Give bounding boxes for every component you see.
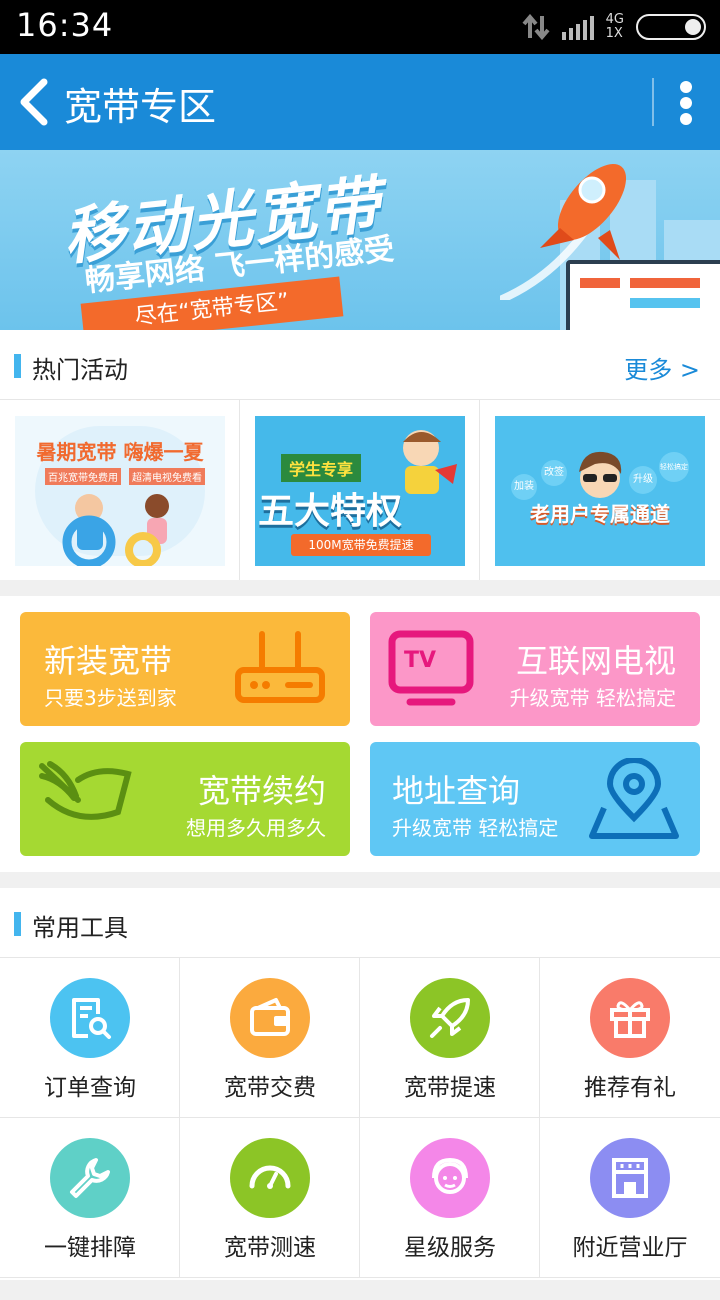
app-header: 宽带专区	[0, 54, 720, 150]
student-illustration	[403, 430, 457, 494]
hot-section-header: 热门活动 更多 >	[0, 330, 720, 400]
rocket-icon	[430, 998, 470, 1038]
tv-icon-label: TV	[404, 648, 437, 673]
tool-label: 订单查询	[44, 1075, 136, 1101]
tool-label: 星级服务	[404, 1235, 496, 1261]
tile-address-title: 地址查询	[392, 772, 521, 810]
promo-sub-student: 100M宽带免费提速	[291, 534, 431, 556]
tools-section: 常用工具 订单查询 宽带交费 宽带提速 推荐有礼 一键排障 宽带测速 星级服务 …	[0, 888, 720, 1280]
pen-paper-icon	[39, 761, 132, 820]
document-search-icon	[72, 998, 111, 1039]
overflow-menu-icon[interactable]	[672, 78, 700, 130]
tool-payment[interactable]: 宽带交费	[180, 958, 360, 1118]
speedometer-icon	[249, 1165, 291, 1189]
gift-icon	[610, 1001, 650, 1038]
tool-label: 附近营业厅	[572, 1235, 688, 1261]
more-link[interactable]: 更多 >	[624, 350, 700, 385]
status-time: 16:34	[16, 6, 114, 44]
router-icon	[235, 631, 325, 703]
promo-card-loyal[interactable]: 加装 改签 升级 轻松搞定 老用户专属通道	[480, 400, 720, 580]
promo-card-student[interactable]: 学生专享 五大特权 100M宽带免费提速	[240, 400, 480, 580]
tool-circle	[230, 1138, 310, 1218]
section-marker	[14, 354, 21, 378]
tool-star-service[interactable]: 星级服务	[360, 1118, 540, 1278]
promo-sub1-summer: 百兆宽带免费用	[45, 468, 121, 485]
status-bar: 16:34 4G 1X	[0, 0, 720, 54]
tile-new-install-sub: 只要3步送到家	[44, 686, 177, 710]
wallet-icon	[250, 998, 290, 1036]
tile-new-install[interactable]: 新装宽带 只要3步送到家	[20, 612, 350, 726]
promo-bubble-4: 轻松搞定	[659, 452, 689, 482]
promo-bubble-2: 改签	[541, 460, 567, 486]
promo-title-summer: 暑期宽带 嗨爆一夏	[36, 440, 204, 464]
tile-internet-tv-sub: 升级宽带 轻松搞定	[509, 686, 676, 710]
tool-speed-test[interactable]: 宽带测速	[180, 1118, 360, 1278]
tile-internet-tv[interactable]: TV 互联网电视 升级宽带 轻松搞定	[370, 612, 700, 726]
tool-label: 一键排障	[44, 1235, 136, 1261]
signal-icon	[561, 14, 594, 40]
kids-illustration	[62, 494, 169, 566]
network-1x: 1X	[605, 26, 623, 41]
tool-circle	[230, 978, 310, 1058]
tools-section-header: 常用工具	[0, 888, 720, 958]
promo-tag-student: 学生专享	[281, 454, 362, 482]
tool-referral-gift[interactable]: 推荐有礼	[540, 958, 720, 1118]
wrench-icon	[70, 1158, 110, 1198]
network-type: 4G 1X	[606, 13, 624, 41]
network-4g: 4G	[605, 12, 624, 27]
laptop-illustration	[566, 260, 720, 330]
tile-renew[interactable]: 宽带续约 想用多久用多久	[20, 742, 350, 856]
back-arrow-icon[interactable]	[14, 78, 54, 126]
status-icons: 4G 1X	[522, 10, 706, 44]
tile-new-install-title: 新装宽带	[44, 642, 173, 680]
tool-nearby-store[interactable]: 附近营业厅	[540, 1118, 720, 1278]
map-pin-icon	[589, 758, 679, 839]
service-tiles: 新装宽带 只要3步送到家 TV 互联网电视 升级宽带 轻松搞定 宽带续约 想用多…	[0, 596, 720, 872]
data-transfer-icon	[522, 14, 550, 40]
tile-address-lookup[interactable]: 地址查询 升级宽带 轻松搞定	[370, 742, 700, 856]
tools-section-title: 常用工具	[32, 914, 128, 942]
promo-bubble-3: 升级	[629, 466, 657, 494]
tool-circle	[590, 978, 670, 1058]
tile-renew-sub: 想用多久用多久	[186, 816, 326, 840]
header-divider	[652, 78, 654, 126]
tool-circle	[50, 978, 130, 1058]
tool-circle	[410, 978, 490, 1058]
section-marker	[14, 912, 21, 936]
promo-card-summer[interactable]: 暑期宽带 嗨爆一夏 百兆宽带免费用 超清电视免费看	[0, 400, 240, 580]
tile-internet-tv-title: 互联网电视	[515, 642, 676, 680]
tile-renew-title: 宽带续约	[197, 772, 326, 810]
tools-grid: 订单查询 宽带交费 宽带提速 推荐有礼 一键排障 宽带测速 星级服务 附近营业厅	[0, 958, 720, 1280]
promo-bubble-1: 加装	[511, 474, 537, 500]
tool-label: 宽带提速	[404, 1075, 496, 1101]
tool-circle	[50, 1138, 130, 1218]
tool-circle	[590, 1138, 670, 1218]
battery-icon	[636, 14, 706, 40]
tool-circle	[410, 1138, 490, 1218]
tool-label: 推荐有礼	[584, 1075, 676, 1101]
promo-banner[interactable]: 移动光宽带 畅享网络 飞一样的感受 尽在“宽带专区”	[0, 150, 720, 330]
headset-agent-icon	[432, 1157, 468, 1194]
tool-speed-up[interactable]: 宽带提速	[360, 958, 540, 1118]
promo-title-loyal: 老用户专属通道	[530, 502, 670, 526]
tile-address-sub: 升级宽带 轻松搞定	[392, 816, 559, 840]
promo-image-loyal: 加装 改签 升级 轻松搞定 老用户专属通道	[495, 416, 705, 566]
tool-troubleshoot[interactable]: 一键排障	[0, 1118, 180, 1278]
tool-label: 宽带测速	[224, 1235, 316, 1261]
storefront-icon	[612, 1158, 648, 1198]
page-title: 宽带专区	[64, 85, 217, 129]
tool-label: 宽带交费	[224, 1075, 316, 1101]
promo-image-summer: 暑期宽带 嗨爆一夏 百兆宽带免费用 超清电视免费看	[15, 416, 225, 566]
promo-sub2-summer: 超清电视免费看	[129, 468, 205, 485]
tool-order-query[interactable]: 订单查询	[0, 958, 180, 1118]
promo-image-student: 学生专享 五大特权 100M宽带免费提速	[255, 416, 465, 566]
hot-activities-list: 暑期宽带 嗨爆一夏 百兆宽带免费用 超清电视免费看 学生专享 五大特权 100M…	[0, 400, 720, 580]
hot-section-title: 热门活动	[32, 356, 128, 384]
